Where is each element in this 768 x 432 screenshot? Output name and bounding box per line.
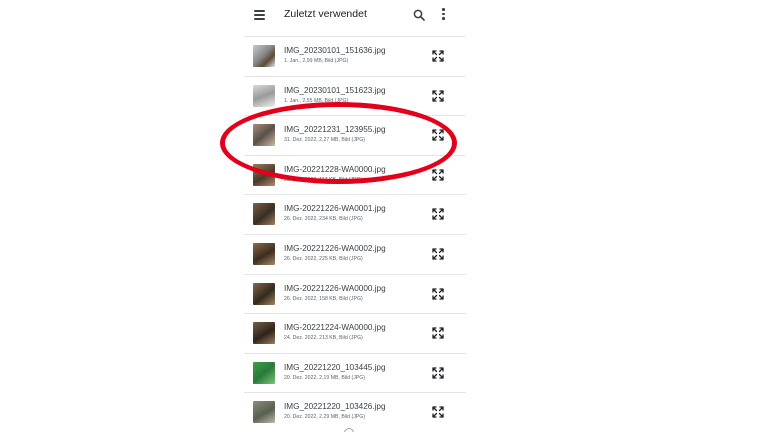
expand-icon[interactable] bbox=[431, 326, 445, 340]
file-meta: 20. Dez. 2022, 2,29 MB, Bild (JPG) bbox=[284, 414, 366, 421]
more-vert-icon[interactable] bbox=[442, 8, 445, 20]
thumbnail-image bbox=[253, 203, 275, 226]
thumbnail-image bbox=[253, 242, 275, 265]
file-row[interactable]: IMG-20221224-WA0000.jpg 24. Dez. 2022, 2… bbox=[244, 313, 466, 353]
thumbnail-image bbox=[253, 322, 275, 345]
file-meta: 20. Dez. 2022, 2,19 MB, Bild (JPG) bbox=[284, 374, 366, 381]
thumbnail-image bbox=[253, 282, 275, 305]
expand-icon[interactable] bbox=[431, 89, 445, 103]
file-name: IMG_20221220_103426.jpg bbox=[284, 402, 386, 412]
thumbnail-image bbox=[253, 163, 275, 186]
expand-icon[interactable] bbox=[431, 168, 445, 182]
file-meta: 1. Jan., 2,99 MB, Bild (JPG) bbox=[284, 58, 349, 64]
file-name: IMG_20221231_123955.jpg bbox=[284, 125, 386, 135]
file-name: IMG-20221224-WA0000.jpg bbox=[284, 323, 386, 333]
file-name: IMG_20221220_103445.jpg bbox=[284, 362, 386, 372]
menu-icon[interactable] bbox=[254, 9, 266, 20]
file-name: IMG-20221226-WA0001.jpg bbox=[284, 204, 386, 214]
file-name: IMG-20221228-WA0000.jpg bbox=[284, 164, 386, 174]
file-meta: 26. Dez. 2022, 158 KB, Bild (JPG) bbox=[284, 295, 363, 302]
thumbnail-image bbox=[253, 124, 275, 147]
thumbnail-image bbox=[253, 361, 275, 384]
file-meta: 24. Dez. 2022, 213 KB, Bild (JPG) bbox=[284, 335, 363, 342]
expand-icon[interactable] bbox=[431, 49, 445, 63]
file-name: IMG_20230101_151636.jpg bbox=[284, 46, 386, 55]
file-meta: 28. Dez. 2022, 117 KB, Bild (JPG) bbox=[284, 176, 363, 183]
thumbnail-image bbox=[253, 84, 275, 107]
expand-icon[interactable] bbox=[431, 128, 445, 142]
thumbnail-image bbox=[253, 401, 275, 424]
fab-edge bbox=[344, 428, 354, 432]
app-bar: Zuletzt verwendet bbox=[244, 0, 466, 30]
file-name: IMG-20221226-WA0000.jpg bbox=[284, 283, 386, 293]
expand-icon[interactable] bbox=[431, 247, 445, 261]
file-row[interactable]: IMG-20221226-WA0001.jpg 26. Dez. 2022, 2… bbox=[244, 194, 466, 234]
recent-files-list: IMG_20230101_151636.jpg 1. Jan., 2,99 MB… bbox=[244, 36, 466, 432]
expand-icon[interactable] bbox=[431, 366, 445, 380]
files-app-window: Zuletzt verwendet IMG_20230101_151636.jp… bbox=[244, 0, 466, 432]
expand-icon[interactable] bbox=[431, 405, 445, 419]
file-name: IMG-20221226-WA0002.jpg bbox=[284, 243, 386, 253]
file-meta: 26. Dez. 2022, 225 KB, Bild (JPG) bbox=[284, 255, 363, 262]
expand-icon[interactable] bbox=[431, 207, 445, 221]
file-name: IMG_20230101_151623.jpg bbox=[284, 85, 386, 95]
file-row[interactable]: IMG_20230101_151623.jpg 1. Jan., 2,55 MB… bbox=[244, 75, 466, 116]
expand-icon[interactable] bbox=[431, 287, 445, 301]
file-row[interactable]: IMG_20221220_103426.jpg 20. Dez. 2022, 2… bbox=[244, 392, 466, 432]
page-title: Zuletzt verwendet bbox=[284, 8, 367, 20]
file-row[interactable]: IMG_20221231_123955.jpg 31. Dez. 2022, 2… bbox=[244, 115, 466, 155]
file-meta: 31. Dez. 2022, 2,27 MB, Bild (JPG) bbox=[284, 137, 366, 144]
file-meta: 1. Jan., 2,55 MB, Bild (JPG) bbox=[284, 97, 349, 104]
file-meta: 26. Dez. 2022, 234 KB, Bild (JPG) bbox=[284, 216, 363, 223]
thumbnail-image bbox=[253, 45, 275, 67]
file-row[interactable]: IMG-20221228-WA0000.jpg 28. Dez. 2022, 1… bbox=[244, 154, 466, 195]
search-icon[interactable] bbox=[413, 8, 425, 21]
file-row[interactable]: IMG_20221220_103445.jpg 20. Dez. 2022, 2… bbox=[244, 352, 466, 393]
file-row[interactable]: IMG-20221226-WA0002.jpg 26. Dez. 2022, 2… bbox=[244, 233, 466, 274]
file-row[interactable]: IMG_20230101_151636.jpg 1. Jan., 2,99 MB… bbox=[244, 36, 466, 76]
file-row[interactable]: IMG-20221226-WA0000.jpg 26. Dez. 2022, 1… bbox=[244, 273, 466, 314]
